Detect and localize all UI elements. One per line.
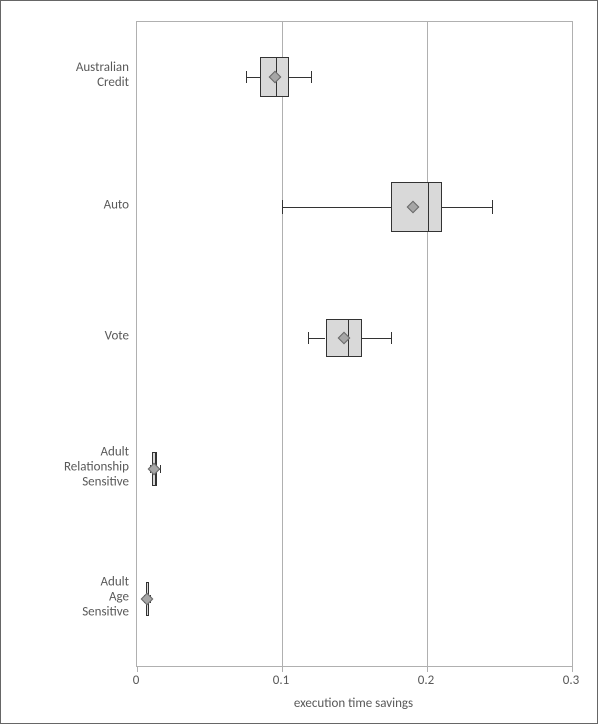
cap-high xyxy=(311,71,312,83)
x-axis-title: execution time savings xyxy=(136,696,571,711)
y-tick-label: AdultRelationshipSensitive xyxy=(9,446,129,491)
cap-low xyxy=(246,71,247,83)
gridline xyxy=(427,22,428,666)
whisker-high xyxy=(362,338,391,339)
x-tick-label: 0 xyxy=(133,673,140,688)
chart-frame: execution time savings 0 0.1 0.2 0.3 Austral… xyxy=(0,0,598,724)
plot-area xyxy=(136,21,573,667)
x-tick-label: 0.1 xyxy=(273,673,289,688)
mean-marker xyxy=(141,593,154,606)
y-tick-label: Auto xyxy=(9,199,129,214)
whisker-high xyxy=(289,77,311,78)
whisker-low xyxy=(308,338,325,339)
whisker-low xyxy=(246,77,261,78)
whisker-high xyxy=(442,207,493,208)
y-tick-label: AdultAgeSensitive xyxy=(9,576,129,621)
whisker-low xyxy=(282,207,391,208)
x-tick-label: 0.2 xyxy=(418,673,434,688)
x-tick-label: 0.3 xyxy=(563,673,579,688)
cap-high xyxy=(391,332,392,344)
cap-low xyxy=(308,332,309,344)
x-tick xyxy=(137,666,138,672)
x-tick xyxy=(572,666,573,672)
gridline xyxy=(282,22,283,666)
y-tick-label: AustralianCredit xyxy=(9,61,129,91)
median-line xyxy=(428,183,429,231)
x-tick xyxy=(282,666,283,672)
cap-high xyxy=(492,200,493,214)
cap-low xyxy=(282,200,283,214)
x-tick xyxy=(427,666,428,672)
y-tick-label: Vote xyxy=(9,329,129,344)
